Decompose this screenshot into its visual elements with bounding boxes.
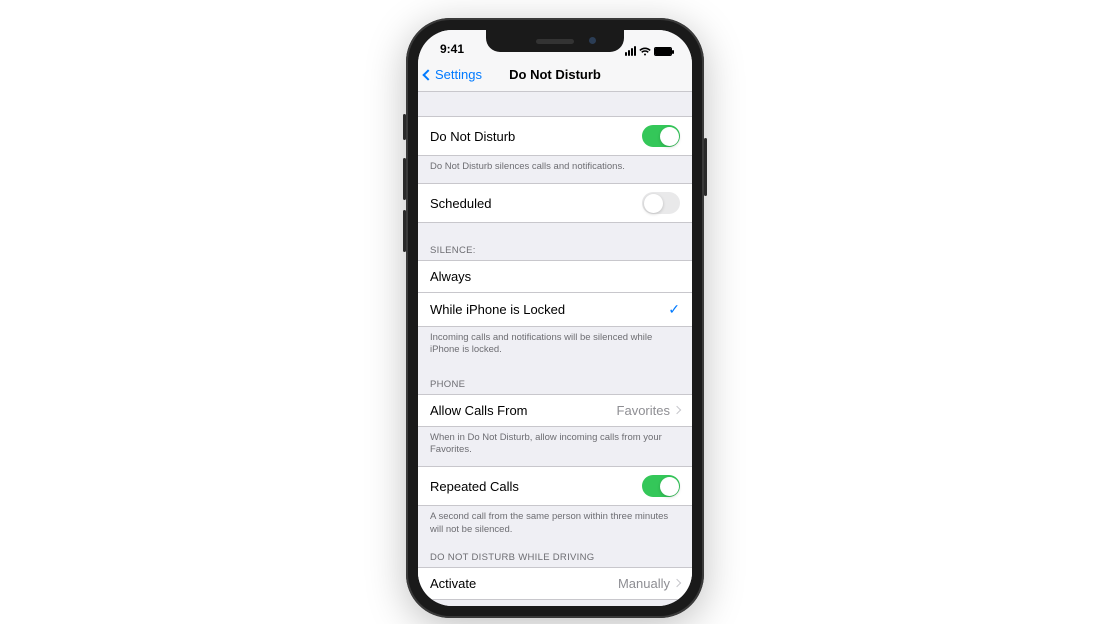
volume-down (403, 210, 406, 252)
phone-frame: 9:41 Settings Do Not Disturb Do Not Dist… (406, 18, 704, 618)
chevron-right-icon (673, 579, 681, 587)
silence-locked-label: While iPhone is Locked (430, 302, 565, 317)
silence-locked-row[interactable]: While iPhone is Locked ✓ (418, 293, 692, 327)
silence-footer: Incoming calls and notifications will be… (418, 327, 692, 367)
status-time: 9:41 (434, 42, 464, 56)
driving-footer: Limit notifications while driving. Incom… (418, 600, 692, 606)
activate-value: Manually (618, 576, 670, 591)
silence-header: SILENCE: (418, 223, 692, 260)
settings-content[interactable]: Do Not Disturb Do Not Disturb silences c… (418, 92, 692, 606)
screen: 9:41 Settings Do Not Disturb Do Not Dist… (418, 30, 692, 606)
back-button[interactable]: Settings (424, 67, 482, 82)
scheduled-row[interactable]: Scheduled (418, 183, 692, 223)
allow-calls-row[interactable]: Allow Calls From Favorites (418, 394, 692, 427)
dnd-footer: Do Not Disturb silences calls and notifi… (418, 156, 692, 183)
repeated-calls-label: Repeated Calls (430, 479, 519, 494)
mute-switch (403, 114, 406, 140)
dnd-row[interactable]: Do Not Disturb (418, 116, 692, 156)
cellular-signal-icon (625, 46, 636, 56)
repeated-calls-toggle[interactable] (642, 475, 680, 497)
allow-calls-label: Allow Calls From (430, 403, 528, 418)
scheduled-toggle[interactable] (642, 192, 680, 214)
allow-calls-value: Favorites (617, 403, 670, 418)
driving-header: DO NOT DISTURB WHILE DRIVING (418, 546, 692, 567)
back-label: Settings (435, 67, 482, 82)
dnd-toggle[interactable] (642, 125, 680, 147)
scheduled-label: Scheduled (430, 196, 491, 211)
front-camera (589, 37, 596, 44)
checkmark-icon: ✓ (668, 301, 680, 318)
repeated-calls-footer: A second call from the same person withi… (418, 506, 692, 546)
wifi-icon (639, 47, 651, 56)
chevron-right-icon (673, 406, 681, 414)
volume-up (403, 158, 406, 200)
silence-always-label: Always (430, 269, 471, 284)
allow-calls-footer: When in Do Not Disturb, allow incoming c… (418, 427, 692, 467)
dnd-label: Do Not Disturb (430, 129, 515, 144)
battery-icon (654, 47, 672, 56)
silence-always-row[interactable]: Always (418, 260, 692, 293)
activate-label: Activate (430, 576, 476, 591)
page-title: Do Not Disturb (509, 67, 601, 82)
repeated-calls-row[interactable]: Repeated Calls (418, 466, 692, 506)
navigation-bar: Settings Do Not Disturb (418, 58, 692, 92)
status-indicators (625, 46, 676, 56)
activate-row[interactable]: Activate Manually (418, 567, 692, 600)
notch (486, 30, 624, 52)
speaker (536, 39, 574, 44)
phone-header: PHONE (418, 367, 692, 394)
side-button (704, 138, 707, 196)
chevron-left-icon (422, 69, 433, 80)
